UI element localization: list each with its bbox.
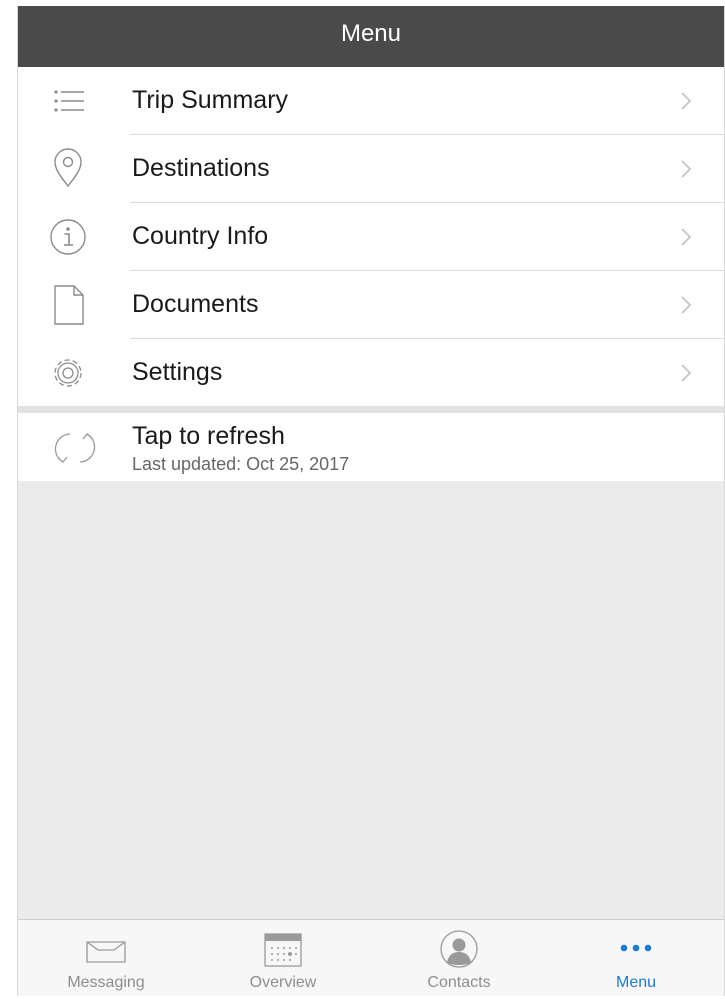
list-icon (54, 90, 84, 112)
tab-messaging[interactable]: Messaging (18, 920, 194, 996)
refresh-icon (54, 433, 96, 463)
menu-item-trip-summary[interactable]: Trip Summary (18, 67, 724, 135)
tab-label: Menu (615, 974, 657, 991)
tab-label: Contacts (427, 974, 491, 991)
menu-item-documents[interactable]: Documents (18, 271, 724, 339)
refresh-row[interactable]: Tap to refresh Last updated: Oct 25, 201… (18, 413, 724, 481)
menu-item-label: Documents (132, 290, 259, 318)
info-icon (50, 219, 86, 255)
menu-list: Trip Summary Destinations Country Info D… (18, 67, 724, 407)
menu-item-label: Country Info (132, 222, 269, 250)
chevron-right-icon (681, 296, 692, 314)
tab-contacts[interactable]: Contacts (371, 920, 547, 996)
contact-icon (440, 930, 478, 968)
document-icon (54, 285, 84, 325)
location-pin-icon (54, 148, 82, 188)
tab-menu[interactable]: Menu (548, 920, 724, 996)
refresh-label: Tap to refresh (132, 422, 285, 450)
menu-item-destinations[interactable]: Destinations (18, 135, 724, 203)
tab-overview[interactable]: Overview (195, 920, 371, 996)
menu-item-settings[interactable]: Settings (18, 339, 724, 407)
chevron-right-icon (681, 160, 692, 178)
last-updated-text: Last updated: Oct 25, 2017 (132, 454, 350, 474)
section-divider (18, 406, 724, 413)
navigation-bar: Menu (18, 6, 724, 67)
tab-bar: Messaging Overview Contacts Menu (18, 919, 724, 996)
gear-icon (54, 359, 82, 387)
chevron-right-icon (681, 92, 692, 110)
tab-label: Messaging (67, 974, 145, 991)
chevron-right-icon (681, 228, 692, 246)
app-screen: Menu Trip Summary Destinations Country I… (17, 6, 725, 996)
menu-item-label: Trip Summary (132, 86, 289, 114)
tab-label: Overview (249, 974, 317, 991)
inbox-icon (86, 941, 126, 963)
menu-item-label: Settings (132, 358, 223, 386)
more-dots-icon (620, 944, 652, 952)
calendar-icon (264, 933, 302, 967)
chevron-right-icon (681, 364, 692, 382)
page-title: Menu (340, 20, 402, 47)
menu-item-label: Destinations (132, 154, 270, 182)
menu-item-country-info[interactable]: Country Info (18, 203, 724, 271)
